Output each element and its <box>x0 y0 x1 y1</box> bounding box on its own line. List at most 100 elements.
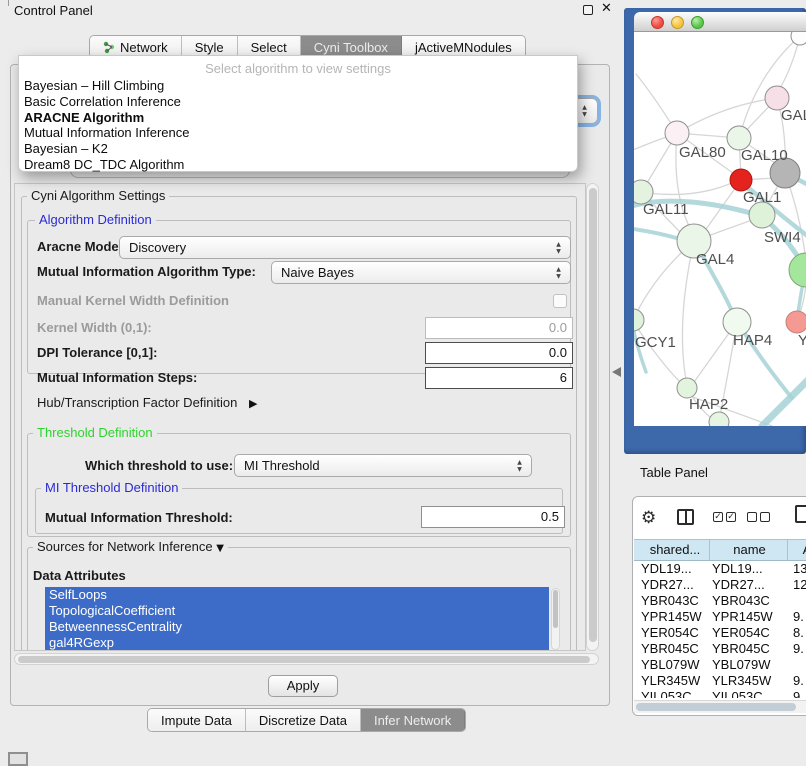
document-icon[interactable] <box>795 505 806 523</box>
manual-kernel-checkbox[interactable] <box>553 294 567 308</box>
algorithm-option[interactable]: Dream8 DC_TDC Algorithm <box>19 157 577 173</box>
table-row[interactable]: YDR27...YDR27...12 <box>634 577 806 593</box>
window-close-icon[interactable] <box>651 16 664 29</box>
table-cell: YER054C <box>634 625 710 641</box>
tab-discretize-data[interactable]: Discretize Data <box>246 709 361 731</box>
tab-impute-data[interactable]: Impute Data <box>148 709 246 731</box>
gear-icon[interactable]: ⚙ <box>641 509 656 527</box>
select-all-icon[interactable]: ✓ ✓ <box>713 512 736 522</box>
mouse-cursor <box>612 366 622 378</box>
tab-label: Cyni Toolbox <box>314 40 388 55</box>
algorithm-option[interactable]: Bayesian – K2 <box>19 141 577 157</box>
table-header-row: shared...nameA <box>634 539 806 561</box>
list-vertical-scrollbar[interactable] <box>551 588 560 650</box>
network-graph: GALGAL80GAL10GAL1GAL11SWI4GAL4GCY1HAP4YH… <box>634 32 806 426</box>
mi-type-select[interactable]: Naive Bayes ▲▼ <box>271 261 571 284</box>
network-node-big-green[interactable] <box>789 253 806 287</box>
network-node-gal80[interactable] <box>665 121 689 145</box>
table-cell: 9. <box>788 689 806 698</box>
window-zoom-icon[interactable] <box>691 16 704 29</box>
table-cell: YLR345W <box>634 673 710 689</box>
empty-box-icon <box>760 512 770 522</box>
expand-right-icon: ▶ <box>249 397 257 410</box>
float-panel-icon[interactable] <box>583 5 593 15</box>
algorithm-option[interactable]: Basic Correlation Inference <box>19 94 577 110</box>
settings-vertical-scrollbar[interactable] <box>586 183 599 651</box>
node-label: GAL4 <box>696 251 734 268</box>
apply-button[interactable]: Apply <box>268 675 338 697</box>
dropdown-options: Bayesian – Hill ClimbingBasic Correlatio… <box>19 78 577 173</box>
node-label: GCY1 <box>635 334 676 351</box>
network-node-salmon-y[interactable] <box>786 311 806 333</box>
table-row[interactable]: YBL079WYBL079W <box>634 657 806 673</box>
data-attributes-label: Data Attributes <box>33 568 126 584</box>
window-minimize-icon[interactable] <box>671 16 684 29</box>
scrollbar-thumb[interactable] <box>553 590 558 628</box>
close-icon[interactable]: ✕ <box>601 1 612 16</box>
group-title: Cyni Algorithm Settings <box>27 189 169 203</box>
network-node-gal1[interactable] <box>730 169 752 191</box>
network-edge[interactable] <box>634 136 669 152</box>
scrollbar-thumb[interactable] <box>18 656 590 663</box>
column-header[interactable]: A <box>788 540 806 560</box>
network-edge[interactable] <box>641 182 734 194</box>
network-node-gcy1[interactable] <box>634 309 644 331</box>
table-row[interactable]: YIL053CYIL053C9. <box>634 689 806 698</box>
data-attribute-item[interactable]: BetweennessCentrality <box>45 619 549 635</box>
table-cell: 12 <box>788 577 806 593</box>
manual-kernel-label: Manual Kernel Width Definition <box>37 293 229 309</box>
spinner-arrows-icon: ▲▼ <box>554 241 563 255</box>
tab-infer-network[interactable]: Infer Network <box>361 709 465 731</box>
dpi-tolerance-field[interactable]: 0.0 <box>425 342 573 364</box>
scrollbar-thumb[interactable] <box>589 188 597 642</box>
table-cell: YBR045C <box>710 641 788 657</box>
table-row[interactable]: YDL19...YDL19...13 <box>634 561 806 577</box>
tab-label: Impute Data <box>161 713 232 728</box>
data-attributes-list: SelfLoopsTopologicalCoefficientBetweenne… <box>45 587 549 651</box>
table-cell: YPR145W <box>634 609 710 625</box>
table-row[interactable]: YBR045CYBR045C9. <box>634 641 806 657</box>
table-row[interactable]: YBR043CYBR043C <box>634 593 806 609</box>
column-header[interactable]: shared... <box>634 540 710 560</box>
table-row[interactable]: YER054CYER054C8. <box>634 625 806 641</box>
settings-horizontal-scrollbar[interactable] <box>14 653 599 665</box>
mi-steps-field[interactable]: 6 <box>425 367 573 389</box>
table-horizontal-scrollbar[interactable] <box>634 700 806 713</box>
table-row[interactable]: YLR345WYLR345W9. <box>634 673 806 689</box>
network-window-titlebar[interactable] <box>634 12 806 32</box>
docked-panel-stub[interactable] <box>8 752 28 766</box>
hub-section-toggle[interactable]: Hub/Transcription Factor Definition ▶ <box>37 395 257 412</box>
algorithm-option[interactable]: Mutual Information Inference <box>19 125 577 141</box>
network-edge[interactable] <box>682 241 694 380</box>
sources-group-toggle[interactable]: Sources for Network Inference ▼ <box>33 540 228 556</box>
network-node-hap2[interactable] <box>677 378 697 398</box>
aracne-mode-select[interactable]: Discovery ▲▼ <box>119 236 571 259</box>
algorithm-option[interactable]: ARACNE Algorithm <box>19 110 577 126</box>
table-cell <box>788 657 806 673</box>
table-cell: 9. <box>788 673 806 689</box>
column-header[interactable]: name <box>710 540 788 560</box>
spinner-arrows-icon: ▲▼ <box>515 459 524 473</box>
checked-box-icon: ✓ <box>726 512 736 522</box>
kernel-width-field[interactable]: 0.0 <box>425 317 573 339</box>
split-column-icon[interactable] <box>677 509 694 525</box>
data-attribute-item[interactable]: SelfLoops <box>45 587 549 603</box>
network-node-bottom-node[interactable] <box>709 412 729 426</box>
panel-title: Control Panel <box>14 3 93 18</box>
mi-threshold-field[interactable]: 0.5 <box>421 506 565 528</box>
which-threshold-select[interactable]: MI Threshold ▲▼ <box>234 454 532 477</box>
network-edge[interactable] <box>634 228 680 239</box>
data-attribute-item[interactable]: gal4RGexp <box>45 635 549 651</box>
scrollbar-thumb[interactable] <box>636 703 796 711</box>
table-row[interactable]: YPR145WYPR145W9. <box>634 609 806 625</box>
collapse-down-icon: ▼ <box>216 543 224 554</box>
node-label: Y <box>798 332 806 349</box>
spinner-arrows-icon: ▲▼ <box>554 266 563 280</box>
node-label: GAL1 <box>743 189 781 206</box>
table-cell: YDR27... <box>634 577 710 593</box>
algorithm-option[interactable]: Bayesian – Hill Climbing <box>19 78 577 94</box>
network-canvas[interactable]: GALGAL80GAL10GAL1GAL11SWI4GAL4GCY1HAP4YH… <box>634 32 806 426</box>
deselect-all-icon[interactable] <box>747 512 770 522</box>
settings-scroll-viewport: Cyni Algorithm Settings Algorithm Defini… <box>14 183 586 651</box>
data-attribute-item[interactable]: TopologicalCoefficient <box>45 603 549 619</box>
